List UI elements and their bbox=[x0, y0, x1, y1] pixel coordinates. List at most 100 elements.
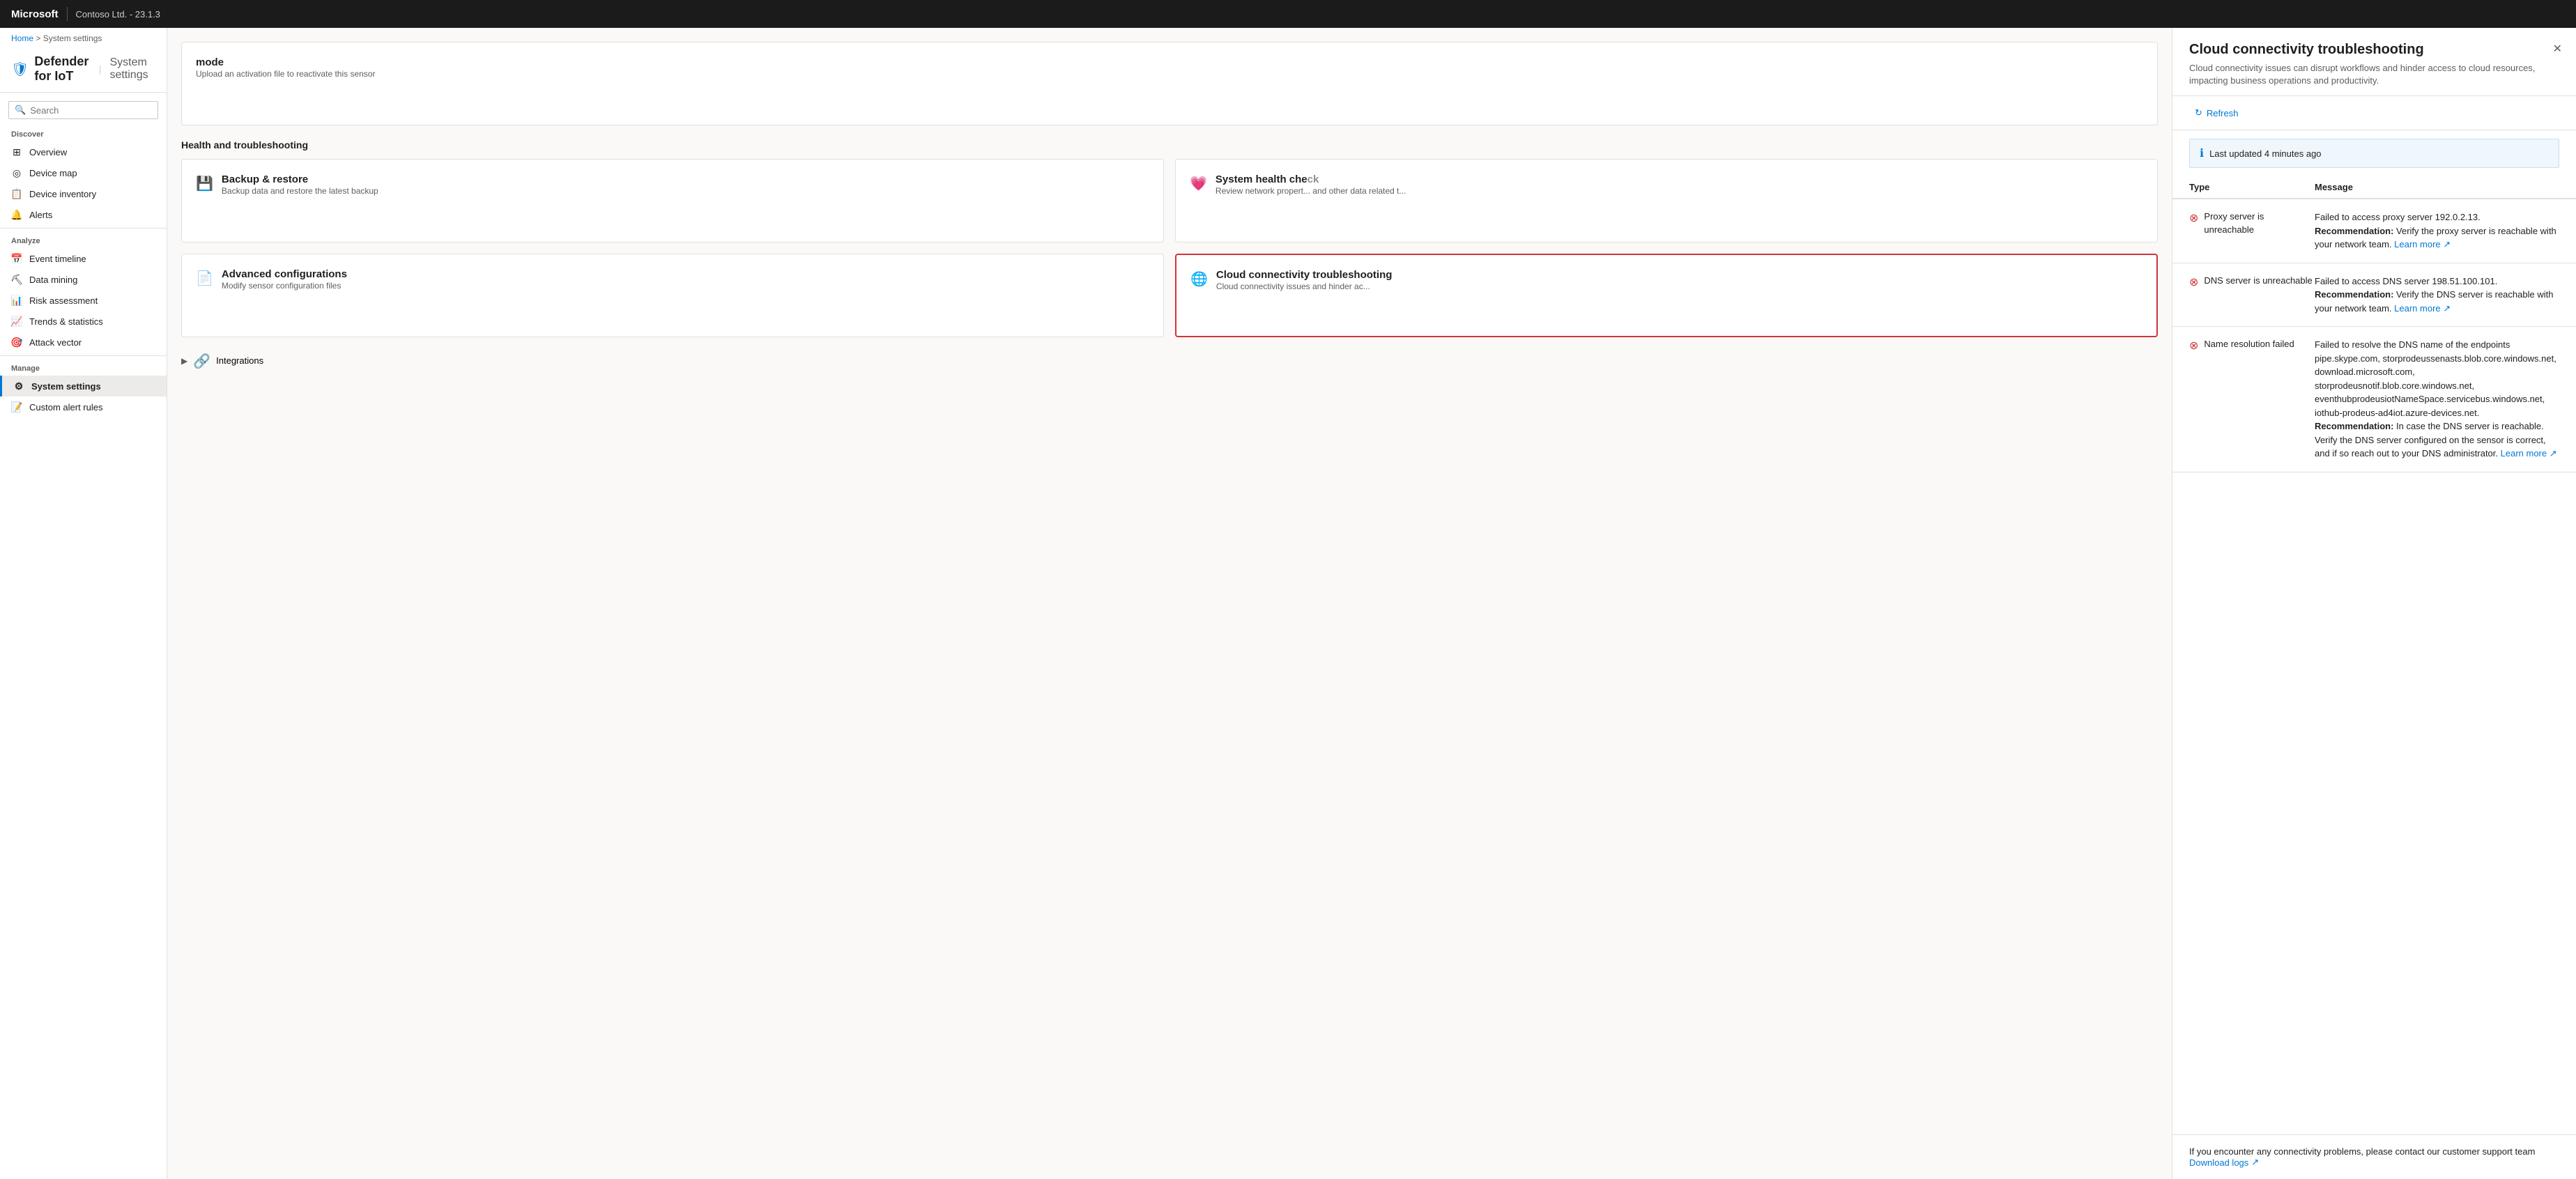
breadcrumb-home[interactable]: Home bbox=[11, 33, 33, 43]
sidebar-item-attack-vector[interactable]: 🎯 Attack vector bbox=[0, 332, 167, 353]
sidebar-item-event-timeline[interactable]: 📅 Event timeline bbox=[0, 248, 167, 269]
cloud-connectivity-header: 🌐 Cloud connectivity troubleshooting Clo… bbox=[1190, 269, 2142, 293]
settings-grid: 💾 Backup & restore Backup data and resto… bbox=[181, 159, 2158, 337]
top-bar-divider bbox=[67, 7, 68, 21]
external-link-icon: ↗ bbox=[2251, 1157, 2259, 1168]
sidebar-icon-system-settings: ⚙ bbox=[13, 380, 24, 392]
sidebar-icon-data-mining: ⛏ bbox=[11, 274, 22, 285]
backup-card-desc: Backup data and restore the latest backu… bbox=[222, 185, 378, 197]
footer-text: If you encounter any connectivity proble… bbox=[2189, 1146, 2535, 1157]
title-separator: | bbox=[99, 64, 101, 75]
search-input[interactable] bbox=[30, 105, 153, 116]
sidebar-icon-alerts: 🔔 bbox=[11, 209, 22, 220]
sidebar-item-system-settings[interactable]: ⚙ System settings bbox=[0, 376, 167, 396]
cloud-connectivity-title: Cloud connectivity troubleshooting bbox=[1216, 269, 1393, 281]
error-rows: ⊗ Proxy server is unreachable Failed to … bbox=[2172, 199, 2576, 472]
manage-section-label: Manage bbox=[0, 359, 167, 376]
advanced-config-desc: Modify sensor configuration files bbox=[222, 280, 347, 292]
advanced-config-body: Advanced configurations Modify sensor co… bbox=[222, 268, 347, 292]
cloud-connectivity-body: Cloud connectivity troubleshooting Cloud… bbox=[1216, 269, 1393, 293]
integrations-icon: 🔗 bbox=[193, 353, 210, 370]
advanced-config-header: 📄 Advanced configurations Modify sensor … bbox=[196, 268, 1149, 292]
breadcrumb: Home > System settings bbox=[0, 28, 167, 49]
sidebar-item-risk-assessment[interactable]: 📊 Risk assessment bbox=[0, 290, 167, 311]
mode-card[interactable]: mode Upload an activation file to reacti… bbox=[181, 42, 2158, 125]
sidebar-icon-device-map: ◎ bbox=[11, 167, 22, 178]
discover-section-label: Discover bbox=[0, 125, 167, 141]
panel-title: Cloud connectivity troubleshooting bbox=[2189, 42, 2559, 58]
sidebar-analyze: 📅 Event timeline ⛏ Data mining 📊 Risk as… bbox=[0, 248, 167, 353]
cloud-connectivity-desc: Cloud connectivity issues and hinder ac.… bbox=[1216, 281, 1393, 293]
integrations-collapse[interactable]: ▶ 🔗 Integrations bbox=[181, 351, 2158, 370]
sidebar-item-trends-statistics[interactable]: 📈 Trends & statistics bbox=[0, 311, 167, 332]
sidebar-label-device-map: Device map bbox=[29, 168, 77, 178]
refresh-label: Refresh bbox=[2207, 108, 2239, 118]
error-icon-dns: ⊗ bbox=[2189, 275, 2198, 289]
app-name: Defender for IoT bbox=[34, 54, 91, 84]
error-type-text-proxy: Proxy server is unreachable bbox=[2204, 210, 2315, 236]
error-message-name-resolution: Failed to resolve the DNS name of the en… bbox=[2315, 338, 2559, 461]
sidebar-label-trends-statistics: Trends & statistics bbox=[29, 316, 103, 327]
sidebar-label-alerts: Alerts bbox=[29, 210, 52, 220]
top-bar: Microsoft Contoso Ltd. - 23.1.3 bbox=[0, 0, 2576, 28]
panel-toolbar: ↻ Refresh bbox=[2172, 96, 2576, 130]
sidebar-label-custom-alert-rules: Custom alert rules bbox=[29, 402, 102, 413]
search-box[interactable]: 🔍 bbox=[8, 101, 158, 119]
learn-more-link-name-resolution[interactable]: Learn more ↗ bbox=[2501, 448, 2557, 458]
sidebar-item-device-inventory[interactable]: 📋 Device inventory bbox=[0, 183, 167, 204]
sidebar-item-data-mining[interactable]: ⛏ Data mining bbox=[0, 269, 167, 290]
advanced-config-icon: 📄 bbox=[196, 270, 213, 287]
analyze-section-label: Analyze bbox=[0, 231, 167, 248]
col-type-header: Type bbox=[2189, 182, 2315, 192]
app-icon: 🛡 bbox=[11, 61, 29, 78]
system-health-icon: 💗 bbox=[1190, 175, 1207, 192]
error-type-dns: ⊗ DNS server is unreachable bbox=[2189, 275, 2315, 289]
content-area: mode Upload an activation file to reacti… bbox=[167, 28, 2172, 1179]
backup-card-body: Backup & restore Backup data and restore… bbox=[222, 174, 378, 197]
sidebar-discover: ⊞ Overview ◎ Device map 📋 Device invento… bbox=[0, 141, 167, 225]
advanced-config-card[interactable]: 📄 Advanced configurations Modify sensor … bbox=[181, 254, 1164, 337]
panel-close-button[interactable]: ✕ bbox=[2550, 39, 2565, 59]
learn-more-link-dns[interactable]: Learn more ↗ bbox=[2394, 303, 2451, 314]
sidebar-icon-risk-assessment: 📊 bbox=[11, 295, 22, 306]
mode-card-desc: Upload an activation file to reactivate … bbox=[196, 68, 375, 80]
mode-card-title: mode bbox=[196, 56, 375, 68]
panel-footer: If you encounter any connectivity proble… bbox=[2172, 1134, 2576, 1179]
sidebar-divider-1 bbox=[0, 228, 167, 229]
error-message-proxy: Failed to access proxy server 192.0.2.13… bbox=[2315, 210, 2559, 252]
sidebar-label-risk-assessment: Risk assessment bbox=[29, 295, 98, 306]
error-icon-proxy: ⊗ bbox=[2189, 211, 2198, 225]
breadcrumb-current: System settings bbox=[43, 33, 102, 43]
advanced-config-title: Advanced configurations bbox=[222, 268, 347, 280]
panel-subtitle: Cloud connectivity issues can disrupt wo… bbox=[2189, 62, 2559, 87]
error-type-proxy: ⊗ Proxy server is unreachable bbox=[2189, 210, 2315, 236]
cloud-connectivity-card[interactable]: 🌐 Cloud connectivity troubleshooting Clo… bbox=[1175, 254, 2158, 337]
sidebar-item-custom-alert-rules[interactable]: 📝 Custom alert rules bbox=[0, 396, 167, 417]
integrations-chevron-icon: ▶ bbox=[181, 356, 187, 366]
backup-icon: 💾 bbox=[196, 175, 213, 192]
right-panel: ✕ Cloud connectivity troubleshooting Clo… bbox=[2172, 28, 2576, 1179]
col-message-header: Message bbox=[2315, 182, 2559, 192]
refresh-button[interactable]: ↻ Refresh bbox=[2189, 105, 2244, 121]
panel-table-header: Type Message bbox=[2172, 176, 2576, 199]
backup-restore-card[interactable]: 💾 Backup & restore Backup data and resto… bbox=[181, 159, 1164, 242]
error-type-text-name-resolution: Name resolution failed bbox=[2204, 338, 2294, 350]
refresh-icon: ↻ bbox=[2195, 107, 2202, 118]
error-row-dns: ⊗ DNS server is unreachable Failed to ac… bbox=[2172, 263, 2576, 328]
learn-more-link-proxy[interactable]: Learn more ↗ bbox=[2394, 239, 2451, 249]
sidebar-icon-attack-vector: 🎯 bbox=[11, 337, 22, 348]
info-icon: ℹ bbox=[2200, 146, 2204, 160]
app-container: Home > System settings 🛡 Defender for Io… bbox=[0, 28, 2576, 1179]
page-name: System settings bbox=[109, 56, 155, 82]
download-logs-link[interactable]: Download logs ↗ bbox=[2189, 1157, 2259, 1168]
sidebar-item-overview[interactable]: ⊞ Overview bbox=[0, 141, 167, 162]
system-health-desc: Review network propert... and other data… bbox=[1216, 185, 1406, 197]
system-health-card[interactable]: 💗 System health check Review network pro… bbox=[1175, 159, 2158, 242]
tenant-name: Contoso Ltd. - 23.1.3 bbox=[76, 9, 160, 20]
sidebar-label-system-settings: System settings bbox=[31, 381, 101, 392]
sidebar-icon-overview: ⊞ bbox=[11, 146, 22, 157]
sidebar-manage: ⚙ System settings 📝 Custom alert rules bbox=[0, 376, 167, 417]
sidebar-item-alerts[interactable]: 🔔 Alerts bbox=[0, 204, 167, 225]
last-updated-text: Last updated 4 minutes ago bbox=[2209, 148, 2321, 159]
sidebar-item-device-map[interactable]: ◎ Device map bbox=[0, 162, 167, 183]
